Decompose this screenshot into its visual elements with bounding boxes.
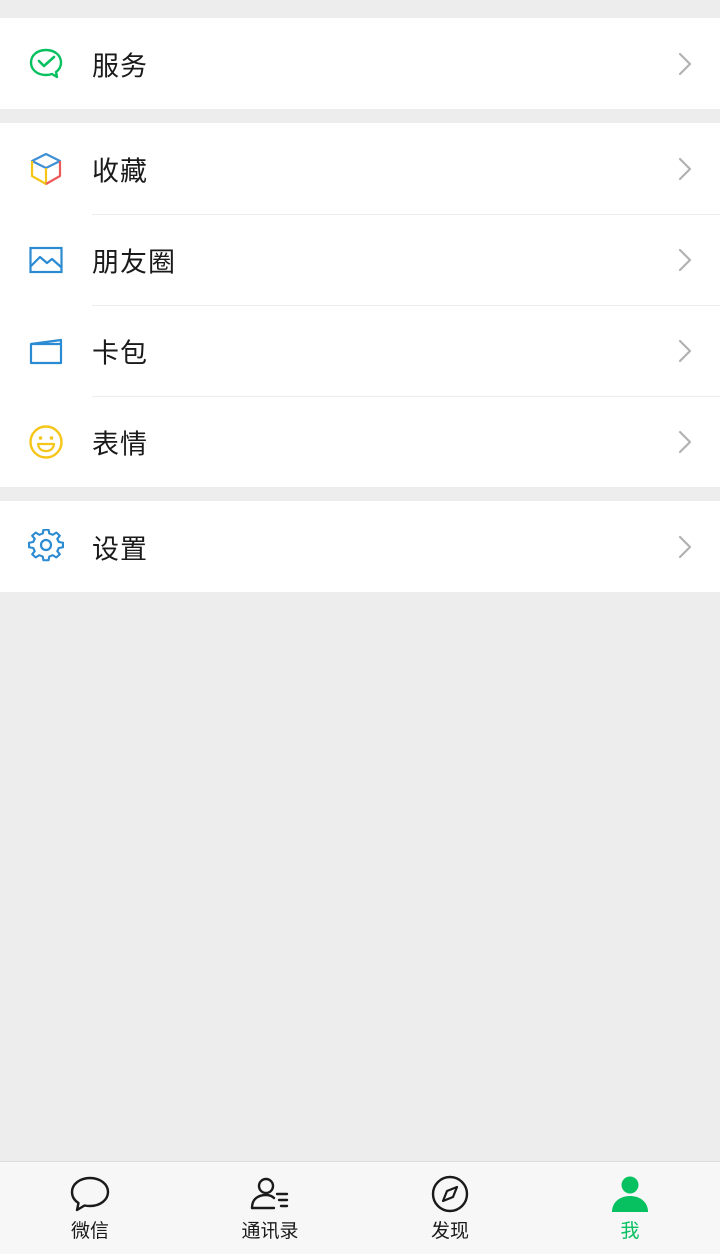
menu-item-label: 朋友圈 (92, 247, 176, 278)
tab-contacts[interactable]: 通讯录 (180, 1162, 360, 1254)
menu-item-label: 服务 (92, 51, 148, 82)
settings-group: 设置 (0, 501, 720, 592)
menu-item-label: 表情 (92, 429, 148, 460)
contacts-icon (248, 1174, 292, 1214)
person-icon (608, 1174, 652, 1214)
chevron-right-icon (678, 535, 692, 559)
wechat-pay-icon (28, 46, 64, 82)
smiley-icon (28, 424, 64, 460)
menu-item-favorites[interactable]: 收藏 (0, 123, 720, 214)
tab-chats[interactable]: 微信 (0, 1162, 180, 1254)
chevron-right-icon (678, 157, 692, 181)
menu-item-settings[interactable]: 设置 (0, 501, 720, 592)
card-wallet-icon (28, 333, 64, 369)
menu-item-moments[interactable]: 朋友圈 (0, 214, 720, 305)
menu-item-label: 收藏 (92, 156, 148, 187)
services-group: 服务 (0, 18, 720, 109)
moments-photo-icon (28, 242, 64, 278)
compass-icon (428, 1174, 472, 1214)
tab-label: 我 (620, 1220, 640, 1242)
menu-item-label: 卡包 (92, 338, 148, 369)
favorites-cube-icon (28, 151, 64, 187)
tab-me[interactable]: 我 (540, 1162, 720, 1254)
chevron-right-icon (678, 339, 692, 363)
bottom-tab-bar: 微信 通讯录 发现 我 (0, 1161, 720, 1254)
chevron-right-icon (678, 430, 692, 454)
settings-gear-icon (28, 528, 64, 565)
chevron-right-icon (678, 52, 692, 76)
menu-item-stickers[interactable]: 表情 (0, 396, 720, 487)
chevron-right-icon (678, 248, 692, 272)
tab-discover[interactable]: 发现 (360, 1162, 540, 1254)
menu-item-label: 设置 (92, 534, 148, 565)
chat-bubble-icon (68, 1174, 112, 1214)
menu-item-card-wallet[interactable]: 卡包 (0, 305, 720, 396)
tab-label: 发现 (430, 1220, 469, 1242)
tab-label: 微信 (70, 1220, 109, 1242)
tab-label: 通讯录 (241, 1220, 299, 1242)
content-group: 收藏 朋友圈 卡包 表情 (0, 123, 720, 487)
menu-item-services[interactable]: 服务 (0, 18, 720, 109)
